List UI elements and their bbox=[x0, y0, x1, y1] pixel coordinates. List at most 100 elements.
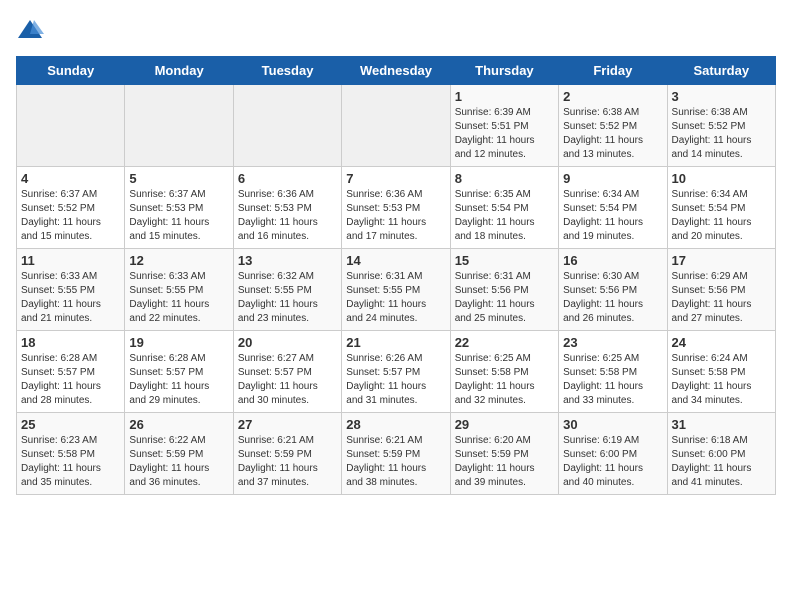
day-cell-30: 30 Sunrise: 6:19 AM Sunset: 6:00 PM Dayli… bbox=[559, 413, 667, 495]
day-info-28: Sunrise: 6:21 AM Sunset: 5:59 PM Dayligh… bbox=[346, 434, 445, 490]
day-cell-27: 27 Sunrise: 6:21 AM Sunset: 5:59 PM Dayli… bbox=[233, 413, 341, 495]
day-info-14: Sunrise: 6:31 AM Sunset: 5:55 PM Dayligh… bbox=[346, 270, 445, 326]
day-number-11: 11 bbox=[21, 253, 120, 268]
day-info-19: Sunrise: 6:28 AM Sunset: 5:57 PM Dayligh… bbox=[129, 352, 228, 408]
day-cell-15: 15 Sunrise: 6:31 AM Sunset: 5:56 PM Dayli… bbox=[450, 249, 558, 331]
day-number-16: 16 bbox=[563, 253, 662, 268]
day-cell-4: 4Sunrise: 6:37 AM Sunset: 5:52 PM Daylig… bbox=[17, 167, 125, 249]
day-info-24: Sunrise: 6:24 AM Sunset: 5:58 PM Dayligh… bbox=[672, 352, 771, 408]
weekday-header-saturday: Saturday bbox=[667, 57, 775, 85]
day-cell-29: 29 Sunrise: 6:20 AM Sunset: 5:59 PM Dayli… bbox=[450, 413, 558, 495]
weekday-header-row: SundayMondayTuesdayWednesdayThursdayFrid… bbox=[17, 57, 776, 85]
day-info-9: Sunrise: 6:34 AM Sunset: 5:54 PM Dayligh… bbox=[563, 188, 662, 244]
day-cell-20: 20 Sunrise: 6:27 AM Sunset: 5:57 PM Dayli… bbox=[233, 331, 341, 413]
day-number-5: 5 bbox=[129, 171, 228, 186]
day-cell-21: 21 Sunrise: 6:26 AM Sunset: 5:57 PM Dayli… bbox=[342, 331, 450, 413]
day-cell-9: 9 Sunrise: 6:34 AM Sunset: 5:54 PM Daylig… bbox=[559, 167, 667, 249]
day-number-28: 28 bbox=[346, 417, 445, 432]
day-cell-23: 23Sunrise: 6:25 AM Sunset: 5:58 PM Dayli… bbox=[559, 331, 667, 413]
day-cell-28: 28 Sunrise: 6:21 AM Sunset: 5:59 PM Dayli… bbox=[342, 413, 450, 495]
day-info-6: Sunrise: 6:36 AM Sunset: 5:53 PM Dayligh… bbox=[238, 188, 337, 244]
day-number-13: 13 bbox=[238, 253, 337, 268]
day-info-27: Sunrise: 6:21 AM Sunset: 5:59 PM Dayligh… bbox=[238, 434, 337, 490]
weekday-header-friday: Friday bbox=[559, 57, 667, 85]
day-number-23: 23 bbox=[563, 335, 662, 350]
weekday-header-monday: Monday bbox=[125, 57, 233, 85]
day-info-17: Sunrise: 6:29 AM Sunset: 5:56 PM Dayligh… bbox=[672, 270, 771, 326]
weekday-header-tuesday: Tuesday bbox=[233, 57, 341, 85]
day-number-6: 6 bbox=[238, 171, 337, 186]
day-info-2: Sunrise: 6:38 AM Sunset: 5:52 PM Dayligh… bbox=[563, 106, 662, 162]
week-row-3: 11 Sunrise: 6:33 AM Sunset: 5:55 PM Dayli… bbox=[17, 249, 776, 331]
day-cell-7: 7 Sunrise: 6:36 AM Sunset: 5:53 PM Daylig… bbox=[342, 167, 450, 249]
weekday-header-thursday: Thursday bbox=[450, 57, 558, 85]
day-cell-8: 8 Sunrise: 6:35 AM Sunset: 5:54 PM Daylig… bbox=[450, 167, 558, 249]
day-cell-22: 22 Sunrise: 6:25 AM Sunset: 5:58 PM Dayli… bbox=[450, 331, 558, 413]
empty-cell bbox=[17, 85, 125, 167]
empty-cell bbox=[342, 85, 450, 167]
day-number-22: 22 bbox=[455, 335, 554, 350]
day-number-3: 3 bbox=[672, 89, 771, 104]
day-cell-5: 5Sunrise: 6:37 AM Sunset: 5:53 PM Daylig… bbox=[125, 167, 233, 249]
calendar-table: SundayMondayTuesdayWednesdayThursdayFrid… bbox=[16, 56, 776, 495]
day-info-18: Sunrise: 6:28 AM Sunset: 5:57 PM Dayligh… bbox=[21, 352, 120, 408]
week-row-5: 25Sunrise: 6:23 AM Sunset: 5:58 PM Dayli… bbox=[17, 413, 776, 495]
day-info-3: Sunrise: 6:38 AM Sunset: 5:52 PM Dayligh… bbox=[672, 106, 771, 162]
day-info-26: Sunrise: 6:22 AM Sunset: 5:59 PM Dayligh… bbox=[129, 434, 228, 490]
day-cell-3: 3 Sunrise: 6:38 AM Sunset: 5:52 PM Daylig… bbox=[667, 85, 775, 167]
day-cell-25: 25Sunrise: 6:23 AM Sunset: 5:58 PM Dayli… bbox=[17, 413, 125, 495]
day-number-25: 25 bbox=[21, 417, 120, 432]
empty-cell bbox=[125, 85, 233, 167]
logo-icon bbox=[16, 16, 44, 44]
day-number-14: 14 bbox=[346, 253, 445, 268]
day-cell-12: 12 Sunrise: 6:33 AM Sunset: 5:55 PM Dayli… bbox=[125, 249, 233, 331]
day-cell-13: 13 Sunrise: 6:32 AM Sunset: 5:55 PM Dayli… bbox=[233, 249, 341, 331]
day-number-2: 2 bbox=[563, 89, 662, 104]
day-info-7: Sunrise: 6:36 AM Sunset: 5:53 PM Dayligh… bbox=[346, 188, 445, 244]
day-cell-14: 14 Sunrise: 6:31 AM Sunset: 5:55 PM Dayli… bbox=[342, 249, 450, 331]
day-number-4: 4 bbox=[21, 171, 120, 186]
day-number-18: 18 bbox=[21, 335, 120, 350]
day-cell-31: 31Sunrise: 6:18 AM Sunset: 6:00 PM Dayli… bbox=[667, 413, 775, 495]
day-info-1: Sunrise: 6:39 AM Sunset: 5:51 PM Dayligh… bbox=[455, 106, 554, 162]
day-number-12: 12 bbox=[129, 253, 228, 268]
day-number-20: 20 bbox=[238, 335, 337, 350]
day-number-21: 21 bbox=[346, 335, 445, 350]
day-info-13: Sunrise: 6:32 AM Sunset: 5:55 PM Dayligh… bbox=[238, 270, 337, 326]
day-cell-11: 11Sunrise: 6:33 AM Sunset: 5:55 PM Dayli… bbox=[17, 249, 125, 331]
day-info-20: Sunrise: 6:27 AM Sunset: 5:57 PM Dayligh… bbox=[238, 352, 337, 408]
day-number-15: 15 bbox=[455, 253, 554, 268]
day-number-8: 8 bbox=[455, 171, 554, 186]
day-info-16: Sunrise: 6:30 AM Sunset: 5:56 PM Dayligh… bbox=[563, 270, 662, 326]
day-info-21: Sunrise: 6:26 AM Sunset: 5:57 PM Dayligh… bbox=[346, 352, 445, 408]
day-number-30: 30 bbox=[563, 417, 662, 432]
day-cell-1: 1 Sunrise: 6:39 AM Sunset: 5:51 PM Daylig… bbox=[450, 85, 558, 167]
day-number-10: 10 bbox=[672, 171, 771, 186]
day-info-8: Sunrise: 6:35 AM Sunset: 5:54 PM Dayligh… bbox=[455, 188, 554, 244]
day-info-22: Sunrise: 6:25 AM Sunset: 5:58 PM Dayligh… bbox=[455, 352, 554, 408]
day-info-30: Sunrise: 6:19 AM Sunset: 6:00 PM Dayligh… bbox=[563, 434, 662, 490]
empty-cell bbox=[233, 85, 341, 167]
day-number-7: 7 bbox=[346, 171, 445, 186]
day-number-24: 24 bbox=[672, 335, 771, 350]
day-cell-18: 18 Sunrise: 6:28 AM Sunset: 5:57 PM Dayli… bbox=[17, 331, 125, 413]
day-number-1: 1 bbox=[455, 89, 554, 104]
day-info-15: Sunrise: 6:31 AM Sunset: 5:56 PM Dayligh… bbox=[455, 270, 554, 326]
day-info-29: Sunrise: 6:20 AM Sunset: 5:59 PM Dayligh… bbox=[455, 434, 554, 490]
day-number-9: 9 bbox=[563, 171, 662, 186]
week-row-1: 1 Sunrise: 6:39 AM Sunset: 5:51 PM Daylig… bbox=[17, 85, 776, 167]
day-info-12: Sunrise: 6:33 AM Sunset: 5:55 PM Dayligh… bbox=[129, 270, 228, 326]
day-cell-16: 16 Sunrise: 6:30 AM Sunset: 5:56 PM Dayli… bbox=[559, 249, 667, 331]
day-number-19: 19 bbox=[129, 335, 228, 350]
week-row-4: 18 Sunrise: 6:28 AM Sunset: 5:57 PM Dayli… bbox=[17, 331, 776, 413]
page-header bbox=[16, 16, 776, 44]
day-cell-24: 24 Sunrise: 6:24 AM Sunset: 5:58 PM Dayli… bbox=[667, 331, 775, 413]
logo bbox=[16, 16, 48, 44]
day-number-29: 29 bbox=[455, 417, 554, 432]
week-row-2: 4Sunrise: 6:37 AM Sunset: 5:52 PM Daylig… bbox=[17, 167, 776, 249]
day-number-26: 26 bbox=[129, 417, 228, 432]
day-cell-19: 19 Sunrise: 6:28 AM Sunset: 5:57 PM Dayli… bbox=[125, 331, 233, 413]
day-cell-2: 2 Sunrise: 6:38 AM Sunset: 5:52 PM Daylig… bbox=[559, 85, 667, 167]
day-number-17: 17 bbox=[672, 253, 771, 268]
day-number-27: 27 bbox=[238, 417, 337, 432]
